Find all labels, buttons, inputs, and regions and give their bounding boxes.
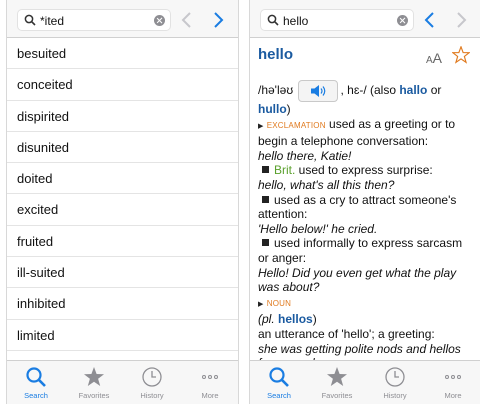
entry-screen: hello AA /hə'ləʊ , hɛ-/ (also hallo or h… [249,0,480,404]
list-item[interactable]: conceited [7,69,238,101]
paren: ) [286,102,291,116]
or-text: or [427,83,442,98]
pos-label: EXCLAMATION [266,120,326,130]
search-icon [267,14,279,26]
triangle-icon: ▶ [258,122,264,130]
text-size-small: A [426,55,433,66]
search-icon [26,367,46,387]
list-item[interactable]: dispirited [7,101,238,132]
tab-label: More [201,391,219,400]
headword: hello [258,46,294,63]
search-field[interactable] [260,9,414,31]
tab-search[interactable]: Search [250,361,308,404]
list-item[interactable]: excited [7,194,238,226]
tab-label: Favorites [78,391,110,400]
search-input[interactable] [40,12,148,29]
plural-open: (pl. [258,312,279,327]
tab-label: Favorites [321,391,353,400]
tab-bar: Search Favorites History More [250,360,480,404]
sense-text: used as a cry to attract someone's atten… [258,192,457,222]
sense-text: used to express surprise: [295,163,433,178]
search-icon [269,367,289,387]
tab-history[interactable]: History [366,361,424,404]
star-icon[interactable] [452,46,470,64]
tab-favorites[interactable]: Favorites [65,361,123,404]
top-bar [250,0,480,38]
example-text: Hello! Did you even get what the play wa… [258,265,457,295]
star-icon [84,367,104,386]
tab-label: Search [24,391,48,400]
forward-arrow-icon[interactable] [452,10,470,30]
clear-icon[interactable] [397,15,408,26]
sense-text: used informally to express sarcasm or an… [258,236,463,265]
example-text: hello there, Katie! [258,148,352,163]
list-item[interactable]: doited [7,163,238,195]
search-input[interactable] [283,12,391,29]
list-item[interactable]: limited [7,320,238,351]
variant-link[interactable]: hullo [258,102,287,116]
search-icon [24,14,36,26]
region-label: Brit. [274,163,296,178]
text-size-large: A [432,50,443,66]
tab-favorites[interactable]: Favorites [308,361,366,404]
plural-link[interactable]: hellos [278,312,313,326]
tab-more[interactable]: More [424,361,480,404]
speaker-icon [311,85,326,97]
star-icon [327,367,347,386]
tab-bar: Search Favorites History More [7,360,238,404]
list-item[interactable]: inhibited [7,288,238,320]
top-bar [7,0,238,38]
sense-text: an utterance of 'hello'; a greeting: [258,326,435,341]
tab-label: Search [267,391,291,400]
example-text: she was getting polite nods and hellos f… [258,341,461,361]
pron-cont: , hɛ-/ (also [340,83,400,98]
text-size-button[interactable]: AA [426,50,442,68]
bullet-icon [262,166,269,174]
pos-label: NOUN [266,298,292,308]
list-item[interactable]: fruited [7,226,238,258]
variant-link[interactable]: hallo [399,83,427,97]
list-item[interactable]: disunited [7,132,238,164]
word-list: besuited conceited dispirited disunited … [7,38,238,351]
bullet-icon [262,239,269,247]
search-results-screen: besuited conceited dispirited disunited … [6,0,239,404]
example-text: hello, what's all this then? [258,177,395,192]
forward-arrow-icon[interactable] [209,10,227,30]
back-arrow-icon[interactable] [178,10,196,30]
pronunciation: /hə'ləʊ , hɛ-/ (also hallo or [258,80,473,102]
back-arrow-icon[interactable] [421,10,439,30]
clock-icon [142,367,162,387]
tab-history[interactable]: History [123,361,181,404]
clear-icon[interactable] [154,15,165,26]
more-dots-icon [445,375,461,379]
search-field[interactable] [17,9,171,31]
entry-content: hello AA /hə'ləʊ , hɛ-/ (also hallo or h… [250,38,480,360]
bullet-icon [262,195,269,203]
pron-text: /hə'ləʊ [258,83,294,98]
audio-button[interactable] [298,80,339,102]
list-item[interactable]: besuited [7,38,238,70]
tab-more[interactable]: More [181,361,238,404]
tab-label: History [140,391,164,400]
plural-close: ) [312,312,317,327]
list-item[interactable]: ill-suited [7,257,238,289]
tab-label: More [444,391,462,400]
tab-search[interactable]: Search [7,361,65,404]
clock-icon [385,367,405,387]
triangle-icon: ▶ [258,300,264,308]
example-text: 'Hello below!' he cried. [258,221,378,236]
more-dots-icon [202,375,218,379]
tab-label: History [383,391,407,400]
